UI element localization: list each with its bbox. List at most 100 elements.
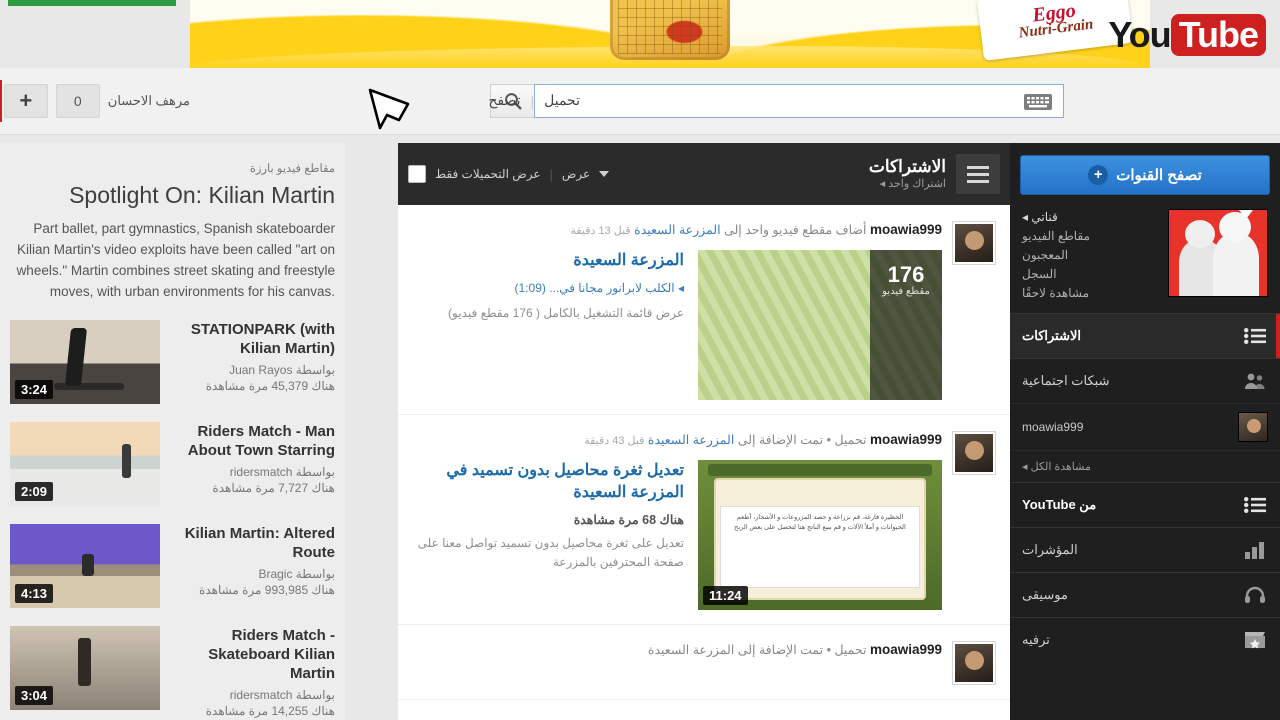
banner-ad[interactable]: Eggo Nutri-Grain f [190,0,1150,68]
search-input[interactable] [534,84,1064,118]
video-thumbnail[interactable]: الحظيرة فارغة، قم بزراعة و حصد المزروعات… [698,460,942,610]
browse-channels-button[interactable]: تصفح القنوات + [1020,155,1270,195]
feed-item-action: تحميل • تمت الإضافة إلى المزرعة السعيدة [647,643,867,657]
playlist-count-label: مقطع فيديو [882,286,930,297]
sidebar-item-music[interactable]: موسيقى [1010,572,1280,617]
guide-link-likes[interactable]: المعجبون [1022,247,1156,263]
video-uploader: بواسطة Juan Rayos [229,363,335,377]
feed-item-title[interactable]: المزرعة السعيدة [412,250,684,272]
feed-item-meta: moawia999 أضاف مقطع فيديو واحد إلى المزر… [412,221,942,240]
view-label[interactable]: عرض [562,167,590,181]
add-button[interactable]: + [3,84,48,118]
logo-tube-text: Tube [1170,14,1266,56]
video-thumbnail[interactable]: 3:24 [10,320,160,404]
feed-item-time: قبل 43 دقيقة [584,435,645,447]
feed-item-title[interactable]: تعديل ثغرة محاصيل بدون تسميد في المزرعة … [412,460,684,504]
video-duration: 3:04 [15,686,54,705]
nav-separator: | [530,92,535,109]
video-thumbnail[interactable]: 2:09 [10,422,160,506]
list-item[interactable]: 3:04 Riders Match - Skateboard Kilian Ma… [10,626,335,718]
guide-link-my-channel[interactable]: قناتي ◂ [1022,209,1156,225]
channel-art-head-right [1219,212,1251,242]
sidebar-item-popular[interactable]: المؤشرات [1010,527,1280,572]
video-title[interactable]: STATIONPARK (with Kilian Martin) [172,320,335,358]
avatar[interactable] [952,221,996,265]
video-title[interactable]: Riders Match - Skateboard Kilian Martin [172,626,335,683]
avatar [1238,412,1268,442]
list-item[interactable]: 3:24 STATIONPARK (with Kilian Martin) بو… [10,320,335,404]
waffle-product-image [610,0,730,60]
see-all-subscriptions-link[interactable]: مشاهدة الكل ◂ [1010,450,1280,482]
youtube-logo[interactable]: Tube You [1108,14,1270,56]
guide-link-history[interactable]: السجل [1022,266,1156,282]
sidebar-item-entertainment[interactable]: ترفيه [1010,617,1280,662]
my-channel-block: قناتي ◂ مقاطع الفيديو المعجبون السجل مشا… [1010,195,1280,313]
sidebar-item-from-youtube[interactable]: من YouTube [1010,482,1280,527]
video-title[interactable]: Kilian Martin: Altered Route [172,524,335,562]
uploads-only-label[interactable]: عرض التحميلات فقط [435,167,541,181]
menu-icon[interactable] [956,154,1000,194]
avatar[interactable] [952,431,996,475]
sidebar-item-subscriptions[interactable]: الاشتراكات [1010,313,1280,358]
header-nav: تحميل | تصفح [488,92,580,109]
sidebar-item-label: موسيقى [1022,587,1068,602]
feed-item-user[interactable]: moawia999 [870,222,942,237]
plus-circle-icon: + [1088,165,1109,185]
feed-item: moawia999 تحميل • تمت الإضافة إلى المزرع… [398,625,1010,700]
feed-item-subtitle[interactable]: ◂ الكلب لابرانور مجانا في... (1:09) [412,279,684,297]
subscription-item[interactable]: moawia999 [1010,403,1280,450]
feed-item-action: تحميل • تمت الإضافة إلى [737,433,867,447]
video-uploader: بواسطة ridersmatch [229,465,335,479]
subscription-count[interactable]: اشتراك واحد ◂ [869,177,946,192]
account-area: مرهف الاحسان 0 + [3,84,190,118]
list-item[interactable]: 2:09 Riders Match - Man About Town Starr… [10,422,335,506]
guide-sidebar: تصفح القنوات + قناتي ◂ مقاطع الفيديو الم… [1010,143,1280,720]
subscriptions-feed: الاشتراكات اشتراك واحد ◂ عرض | عرض التحم… [398,143,1010,720]
eggo-brand-line2: Nutri-Grain [1017,15,1095,41]
spotlight-panel: مقاطع فيديو بارزة Spotlight On: Kilian M… [0,143,345,720]
guide-link-videos[interactable]: مقاطع الفيديو [1022,228,1156,244]
video-views: هناك 45,379 مرة مشاهدة [205,379,335,393]
feed-item: moawia999 أضاف مقطع فيديو واحد إلى المزر… [398,205,1010,415]
feed-item-meta: moawia999 تحميل • تمت الإضافة إلى المزرع… [412,431,942,450]
account-username[interactable]: مرهف الاحسان [108,93,190,109]
youtube-subscriptions-page: Eggo Nutri-Grain f Tube You [0,0,1280,720]
feed-item-description[interactable]: عرض قائمة التشغيل بالكامل ( 176 مقطع فيد… [412,304,684,323]
sidebar-item-social[interactable]: شبكات اجتماعية [1010,358,1280,403]
feed-item: moawia999 تحميل • تمت الإضافة إلى المزرع… [398,415,1010,625]
channel-art[interactable] [1168,209,1268,297]
feed-item-description: تعديل على ثغرة محاصيل بدون تسميد تواصل م… [417,536,684,569]
video-title[interactable]: Riders Match - Man About Town Starring [172,422,335,460]
video-duration: 11:24 [703,586,748,605]
feed-item-time: قبل 13 دقيقة [570,225,631,237]
feed-item-target[interactable]: المزرعة السعيدة [648,433,734,447]
red-side-tab[interactable] [0,80,2,122]
feed-item-target[interactable]: المزرعة السعيدة [634,223,720,237]
nav-upload-link[interactable]: تحميل [544,92,580,109]
feed-item-user[interactable]: moawia999 [870,642,942,657]
feed-header: الاشتراكات اشتراك واحد ◂ عرض | عرض التحم… [398,143,1010,205]
list-item[interactable]: 4:13 Kilian Martin: Altered Route بواسطة… [10,524,335,608]
avatar[interactable] [952,641,996,685]
active-indicator [1276,314,1280,358]
feed-item-meta: moawia999 تحميل • تمت الإضافة إلى المزرع… [412,641,942,659]
list-icon [1242,325,1268,347]
clapperboard-icon [1242,629,1268,651]
nav-browse-link[interactable]: تصفح [488,92,520,109]
feed-item-views: هناك 68 مرة مشاهدة [573,513,684,527]
video-views: هناك 7,727 مرة مشاهدة [212,481,335,495]
video-uploader: بواسطة ridersmatch [229,688,335,702]
feed-item-user[interactable]: moawia999 [870,432,942,447]
sidebar-item-label: من YouTube [1022,497,1097,512]
video-thumbnail[interactable]: 4:13 [10,524,160,608]
uploads-only-checkbox[interactable] [408,165,426,183]
guide-link-watch-later[interactable]: مشاهدة لاحقًا [1022,285,1156,301]
spotlight-kicker: مقاطع فيديو بارزة [249,163,335,175]
chevron-down-icon[interactable] [599,171,610,177]
notification-count[interactable]: 0 [55,84,100,118]
keyboard-icon [1024,94,1052,110]
browse-channels-label: تصفح القنوات [1116,167,1202,184]
channel-art-figure-right [1213,234,1259,296]
video-thumbnail[interactable]: 176 مقطع فيديو [698,250,942,400]
video-thumbnail[interactable]: 3:04 [10,626,160,710]
